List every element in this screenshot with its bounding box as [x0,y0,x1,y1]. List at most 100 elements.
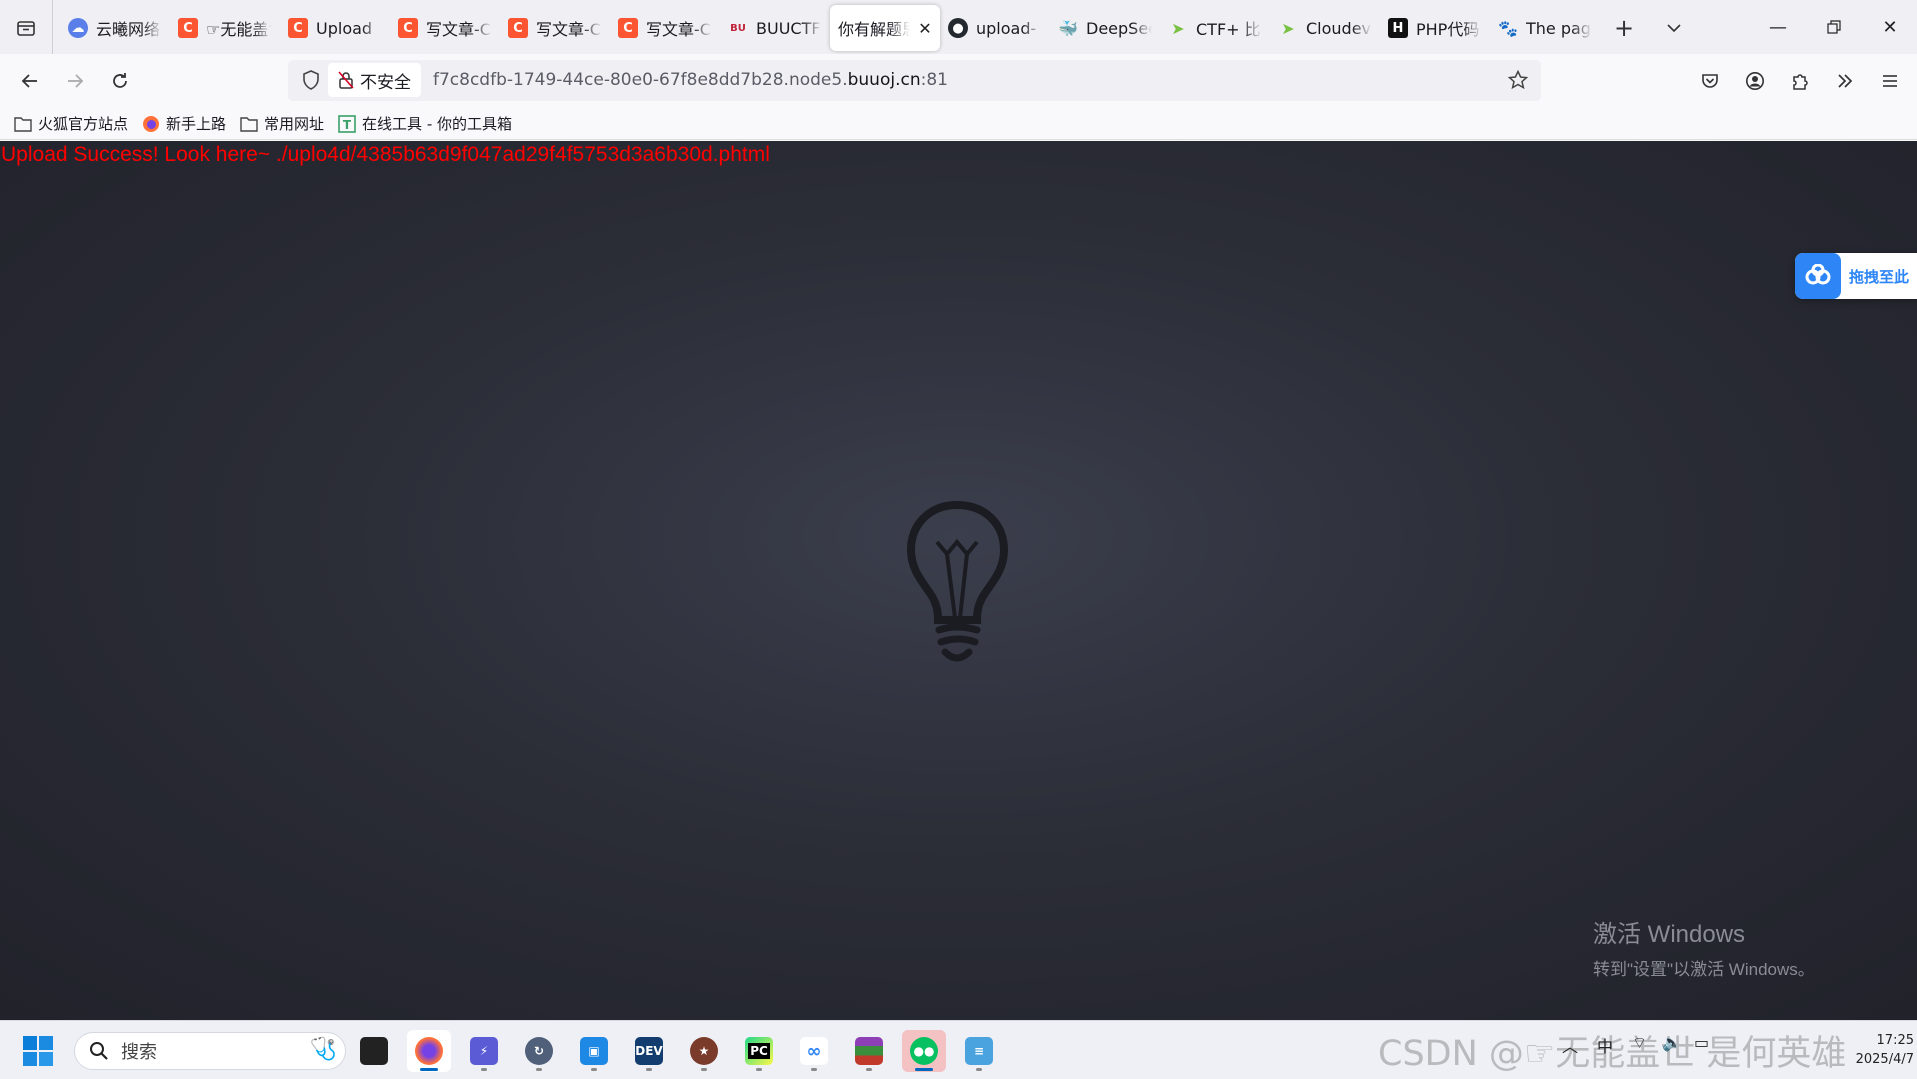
volume-icon[interactable]: 🔈 [1662,1033,1682,1052]
tab-write-1[interactable]: C 写文章-C [390,5,500,51]
account-icon [1746,72,1764,90]
h-icon: H [1388,18,1408,38]
system-clock[interactable]: 17:25 2025/4/7 [1834,1031,1914,1069]
extensions-button[interactable] [1782,63,1818,99]
search-highlight-icon: 🩺 [309,1037,337,1062]
winrar-icon [855,1037,883,1065]
tab-list-button[interactable] [6,10,46,46]
url-suffix: :81 [920,70,948,90]
reload-button[interactable] [102,63,138,99]
pocket-button[interactable] [1692,63,1728,99]
svg-text:T: T [343,118,352,132]
app-menu-button[interactable] [1872,63,1908,99]
tab-php[interactable]: H PHP代码 [1380,5,1490,51]
tab-separator [52,0,53,54]
pycharm-icon: PC [745,1037,773,1065]
back-button[interactable] [12,63,48,99]
tab-write-2[interactable]: C 写文章-C [500,5,610,51]
tab-strip: ☁ 云曦网络 C ☞无能盖世 C Upload C 写文章-C C 写文章-C C 写文章-… [0,0,1917,54]
baidu-netdisk-icon [1795,253,1841,299]
folder-icon [14,115,32,133]
bookmark-getting-started[interactable]: 新手上路 [142,113,226,134]
tab-csdn-1[interactable]: C ☞无能盖世 [170,5,280,51]
taskbar-app-wechat[interactable]: ●● [902,1030,946,1072]
taskbar-app-game[interactable]: ★ [682,1030,726,1072]
running-indicator [756,1068,762,1071]
bookmark-label: 在线工具 - 你的工具箱 [362,115,512,133]
new-tab-button[interactable]: + [1606,10,1642,46]
csdn-icon: C [398,18,418,38]
taskbar-app-devcpp[interactable]: DEV [627,1030,671,1072]
bookmark-firefox-site[interactable]: 火狐官方站点 [14,113,128,134]
bookmark-common-sites[interactable]: 常用网址 [240,113,324,134]
url-bar[interactable]: 不安全 f7c8cdfb-1749-44ce-80e0-67f8e8dd7b28… [288,60,1541,101]
battery-icon[interactable]: ▭ [1694,1033,1709,1052]
taskbar-app-netdisk[interactable]: ∞ [792,1030,836,1072]
taskbar-app-pycharm[interactable]: PC [737,1030,781,1072]
netdisk-drag-widget[interactable]: 拖拽至此 [1795,253,1917,299]
tab-buuctf[interactable]: BU BUUCTF [720,5,830,51]
baidu-icon: 🐾 [1498,18,1518,38]
bookmark-star-button[interactable] [1501,63,1535,97]
taskbar-app-task-view[interactable] [352,1030,396,1072]
taskbar-search[interactable]: 搜索 🩺 [74,1032,346,1070]
tracking-protection-button[interactable] [294,63,328,97]
more-tools-button[interactable] [1827,63,1863,99]
tab-upload[interactable]: C Upload [280,5,390,51]
tab-label: DeepSeek [1086,18,1152,38]
lightning-icon: ⚡ [470,1037,498,1065]
input-method-icon[interactable]: 中 [1597,1033,1613,1057]
taskbar-app-powertoys[interactable]: ⚡ [462,1030,506,1072]
tab-upload-github[interactable]: ● upload- [940,5,1050,51]
tab-ctf[interactable]: ➤ CTF+ 比 [1160,5,1270,51]
tab-label: The pag [1526,18,1591,38]
firefox-icon [415,1037,443,1065]
taskbar-app-notepad[interactable]: ≡ [957,1030,1001,1072]
csdn-icon: C [508,18,528,38]
minimize-button[interactable]: — [1750,0,1806,54]
wifi-icon[interactable]: ⌔ [1632,1033,1647,1053]
close-tab-icon[interactable]: ✕ [918,19,932,38]
tab-yunxi[interactable]: ☁ 云曦网络 [60,5,170,51]
tab-active[interactable]: 你有解题思 ✕ [830,5,940,51]
bookmark-label: 火狐官方站点 [38,115,129,133]
windows-start-icon[interactable] [22,1035,54,1067]
taskbar-app-firefox[interactable] [407,1030,451,1072]
taskbar-app-winrar[interactable] [847,1030,891,1072]
tab-overflow-button[interactable] [1656,10,1692,46]
navigation-bar: 不安全 f7c8cdfb-1749-44ce-80e0-67f8e8dd7b28… [0,54,1917,108]
url-text[interactable]: f7c8cdfb-1749-44ce-80e0-67f8e8dd7b28.nod… [433,60,948,101]
running-indicator [976,1068,982,1071]
ctf-icon: ➤ [1281,18,1295,38]
close-window-button[interactable]: ✕ [1862,0,1917,54]
tab-label: ☞无能盖世 [206,20,272,39]
page-content: Upload Success! Look here~ ./uplo4d/4385… [0,141,1917,1020]
forward-button[interactable] [57,63,93,99]
tab-cloudev[interactable]: ➤ Cloudev [1270,5,1380,51]
running-indicator [481,1068,487,1071]
clock-date: 2025/4/7 [1855,1052,1914,1067]
tray-overflow-icon[interactable]: ︿ [1562,1033,1578,1057]
tab-label: 写文章-C [426,20,491,39]
tab-label: 写文章-C [646,20,711,39]
tab-the-page[interactable]: 🐾 The pag [1490,5,1600,51]
tab-label: 写文章-C [536,20,601,39]
tool-icon: T [338,114,356,133]
bookmark-label: 新手上路 [166,115,227,133]
taskbar-app-sync[interactable]: ↻ [517,1030,561,1072]
baidu-netdisk-icon: ∞ [800,1037,828,1065]
restore-button[interactable] [1806,0,1862,54]
task-view-icon [360,1037,388,1065]
drag-widget-label: 拖拽至此 [1849,267,1910,286]
account-button[interactable] [1737,63,1773,99]
restore-icon [1827,20,1841,34]
tab-deepseek[interactable]: 🐳 DeepSeek [1050,5,1160,51]
tab-label: 你有解题思 [838,20,910,39]
security-indicator[interactable]: 不安全 [328,63,421,97]
bookmark-online-tools[interactable]: T 在线工具 - 你的工具箱 [338,113,512,134]
tab-label: BUUCTF [756,18,821,38]
tab-write-3[interactable]: C 写文章-C [610,5,720,51]
clock-time: 17:25 [1876,1033,1914,1048]
game-icon: ★ [690,1037,718,1065]
taskbar-app-box[interactable]: ▣ [572,1030,616,1072]
